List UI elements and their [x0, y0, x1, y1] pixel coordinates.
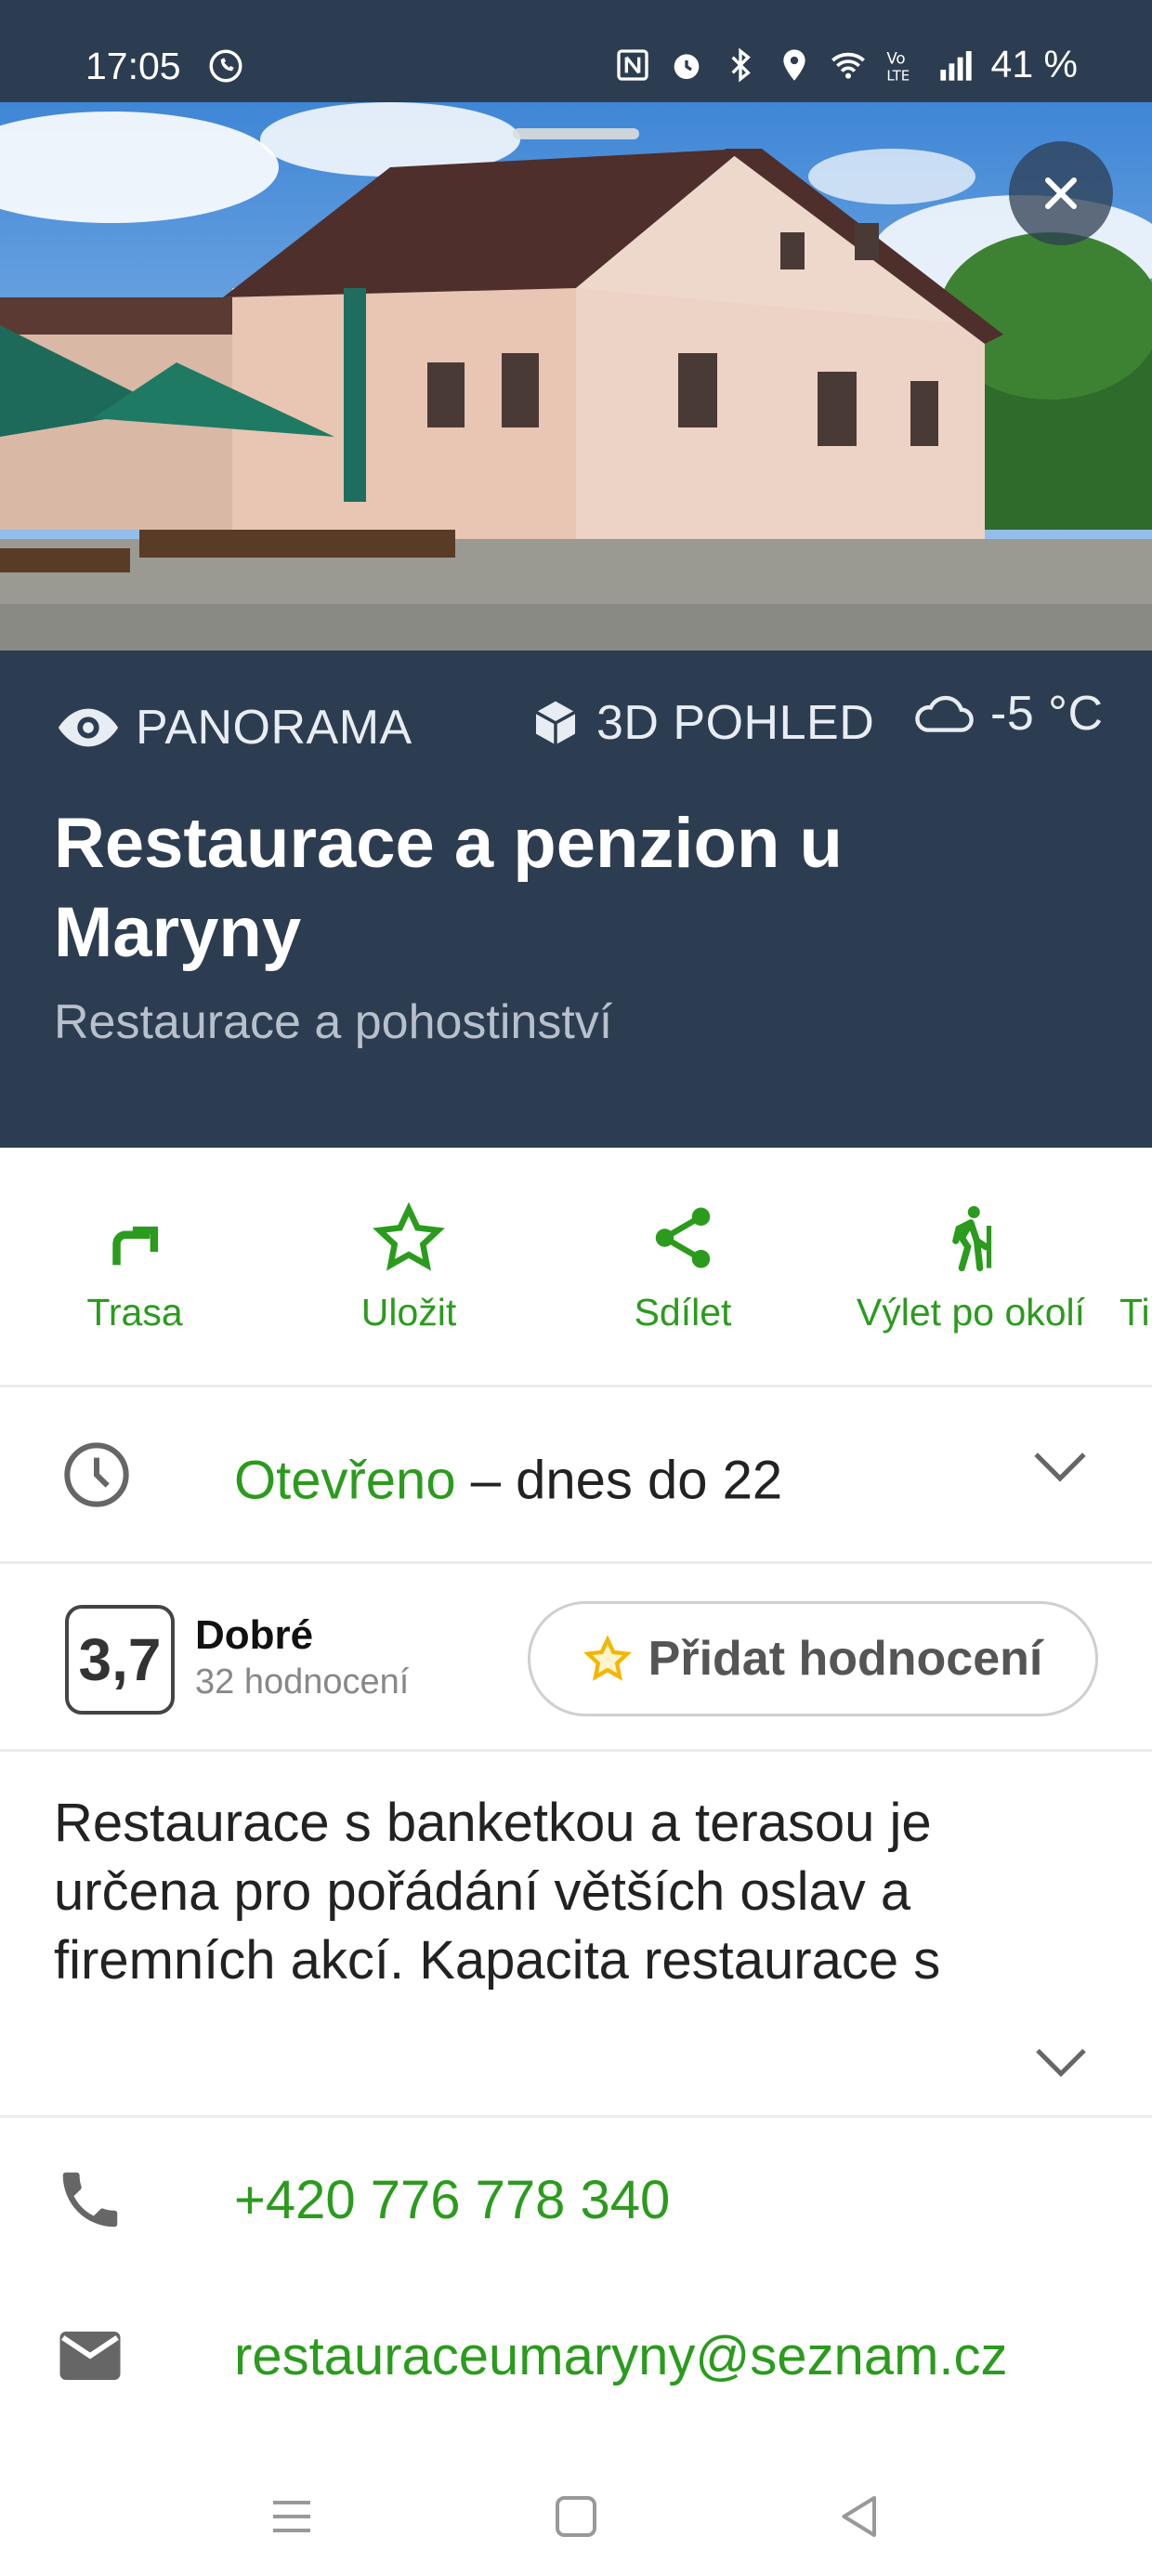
- temperature: -5 °C: [990, 687, 1104, 741]
- panorama-label: PANORAMA: [136, 701, 412, 755]
- place-header: PANORAMA 3D POHLED -5 °C Restaurace a pe…: [0, 651, 1152, 1148]
- star-icon: [373, 1202, 445, 1271]
- action-row: Trasa Uložit Sdílet Výlet po okolí Ti: [0, 1148, 1152, 1387]
- status-icons: Vo LTE 41 %: [614, 43, 1078, 86]
- chevron-down-icon[interactable]: [1031, 1443, 1089, 1490]
- route-icon: [112, 1226, 159, 1266]
- star-outline-icon: [583, 1635, 632, 1681]
- building-photo: [0, 102, 1152, 651]
- share-icon: [655, 1207, 711, 1268]
- email-address[interactable]: restauraceumaryny@seznam.cz: [234, 2325, 1008, 2387]
- opening-hours-row[interactable]: Otevřeno – dnes do 22: [0, 1387, 1152, 1564]
- 3d-view-label: 3D POHLED: [596, 696, 875, 750]
- home-icon[interactable]: [548, 2489, 604, 2544]
- close-icon: [1045, 177, 1077, 209]
- whatsapp-icon: [209, 49, 242, 83]
- more-action-label: Ti: [1119, 1291, 1150, 1334]
- place-photo[interactable]: [0, 102, 1152, 651]
- bluetooth-icon: [731, 47, 751, 82]
- rating-score: 3,7: [65, 1605, 175, 1715]
- hiker-icon: [952, 1205, 992, 1272]
- add-rating-button[interactable]: Přidat hodnocení: [528, 1601, 1098, 1716]
- back-icon[interactable]: [832, 2489, 888, 2544]
- drag-handle[interactable]: [513, 128, 639, 139]
- chevron-down-icon[interactable]: [1033, 2042, 1089, 2083]
- share-button[interactable]: Sdílet: [548, 1202, 818, 1334]
- status-time: 17:05: [85, 45, 181, 87]
- place-category: Restaurace a pohostinství: [54, 995, 613, 1049]
- opening-hours-text: Otevřeno – dnes do 22: [234, 1450, 782, 1512]
- route-label: Trasa: [86, 1291, 183, 1334]
- open-status: Otevřeno: [234, 1450, 456, 1511]
- description-section[interactable]: Restaurace s banketkou a terasou je urče…: [0, 1752, 1152, 2118]
- trip-button[interactable]: Výlet po okolí: [822, 1202, 1119, 1334]
- description-text: Restaurace s banketkou a terasou je urče…: [54, 1793, 941, 1991]
- add-rating-label: Přidat hodnocení: [648, 1632, 1043, 1686]
- 3d-view-button[interactable]: 3D POHLED: [530, 695, 874, 751]
- save-button[interactable]: Uložit: [274, 1202, 543, 1334]
- nfc-icon: [616, 48, 648, 81]
- phone-row[interactable]: +420 776 778 340: [0, 2134, 1152, 2273]
- phone-number[interactable]: +420 776 778 340: [234, 2169, 670, 2231]
- rating-word: Dobré: [195, 1612, 314, 1658]
- cloud-icon: [915, 695, 974, 732]
- wifi-icon: [831, 52, 865, 79]
- trip-label: Výlet po okolí: [856, 1291, 1086, 1334]
- location-icon: [782, 48, 805, 81]
- rating-count[interactable]: 32 hodnocení: [195, 1663, 409, 1702]
- cube-icon: [535, 701, 576, 745]
- email-row[interactable]: restauraceumaryny@seznam.cz: [0, 2290, 1152, 2429]
- eye-icon: [58, 708, 119, 747]
- clock-icon: [64, 1442, 129, 1507]
- rating-row: 3,7 Dobré 32 hodnocení Přidat hodnocení: [0, 1564, 1152, 1752]
- weather-info: -5 °C: [910, 686, 1104, 742]
- recent-apps-icon[interactable]: [264, 2489, 320, 2544]
- battery-level: 41 %: [990, 43, 1078, 85]
- close-button[interactable]: [1009, 141, 1113, 245]
- volte-icon: VoLTE: [886, 49, 910, 84]
- svg-text:LTE: LTE: [886, 67, 910, 83]
- mail-icon: [59, 2332, 121, 2380]
- route-button[interactable]: Trasa: [0, 1202, 269, 1334]
- share-label: Sdílet: [634, 1291, 732, 1334]
- signal-icon: [939, 50, 972, 81]
- svg-text:Vo: Vo: [886, 49, 905, 67]
- status-bar: 17:05 Vo LTE 41 %: [0, 0, 1152, 102]
- phone-icon: [62, 2172, 118, 2228]
- place-title: Restaurace a penzion u Maryny: [54, 804, 843, 972]
- save-label: Uložit: [360, 1291, 457, 1334]
- panorama-button[interactable]: PANORAMA: [56, 695, 412, 760]
- alarm-icon: [674, 53, 699, 79]
- system-navigation-bar: [0, 2453, 1152, 2576]
- more-action-button[interactable]: Ti: [1119, 1202, 1152, 1334]
- open-detail: – dnes do 22: [455, 1450, 783, 1511]
